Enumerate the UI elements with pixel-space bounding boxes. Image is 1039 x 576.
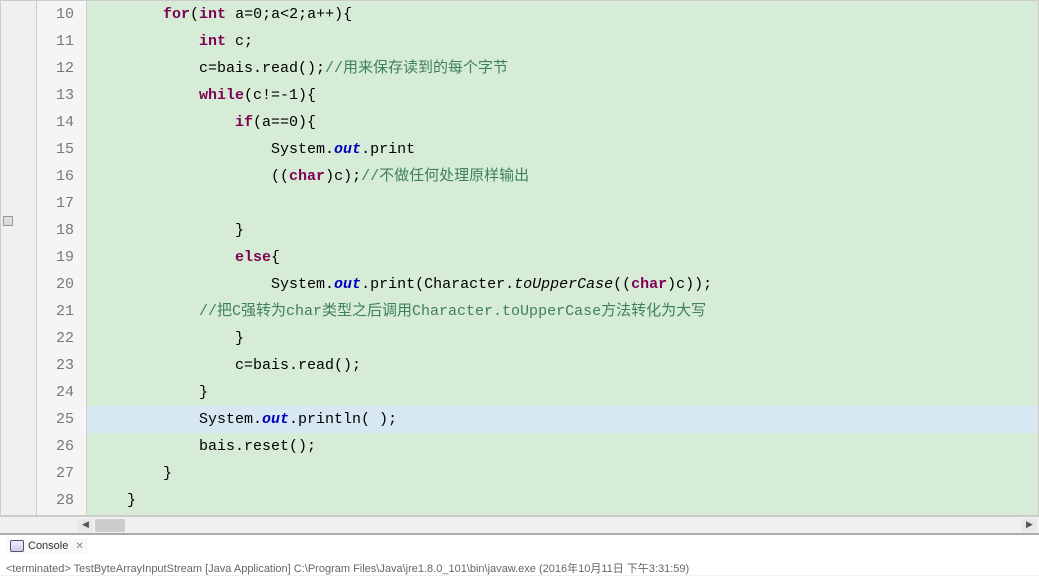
code-line[interactable]: c=bais.read();//用来保存读到的每个字节: [87, 55, 1038, 82]
code-line[interactable]: System.out.print(Character.toUpperCase((…: [87, 271, 1038, 298]
code-content[interactable]: for(int a=0;a<2;a++){ int c; c=bais.read…: [87, 1, 1038, 515]
scroll-right-arrow[interactable]: ▶: [1022, 519, 1037, 532]
code-line[interactable]: ((char)c);//不做任何处理原样输出: [87, 163, 1038, 190]
line-number: 21: [45, 298, 74, 325]
line-number: 19: [45, 244, 74, 271]
scroll-left-arrow[interactable]: ◀: [78, 519, 93, 532]
code-line[interactable]: System.out.print: [87, 136, 1038, 163]
editor-container: 10111213141516171819202122232425262728 f…: [0, 0, 1039, 575]
line-number: 26: [45, 433, 74, 460]
line-number: 28: [45, 487, 74, 514]
code-line[interactable]: }: [87, 325, 1038, 352]
line-number: 12: [45, 55, 74, 82]
line-number: 13: [45, 82, 74, 109]
code-line[interactable]: if(a==0){: [87, 109, 1038, 136]
console-icon: [10, 540, 24, 552]
code-area: 10111213141516171819202122232425262728 f…: [0, 0, 1039, 516]
line-number: 11: [45, 28, 74, 55]
code-line[interactable]: for(int a=0;a<2;a++){: [87, 1, 1038, 28]
line-number: 25: [45, 406, 74, 433]
terminated-status: <terminated> TestByteArrayInputStream [J…: [6, 560, 1033, 576]
code-line[interactable]: }: [87, 217, 1038, 244]
code-line[interactable]: [87, 190, 1038, 217]
code-line[interactable]: }: [87, 379, 1038, 406]
line-number: 27: [45, 460, 74, 487]
code-line[interactable]: }: [87, 460, 1038, 487]
code-line[interactable]: else{: [87, 244, 1038, 271]
code-line[interactable]: while(c!=-1){: [87, 82, 1038, 109]
scroll-thumb[interactable]: [95, 519, 125, 532]
code-line[interactable]: System.out.println( );: [87, 406, 1038, 433]
line-number: 16: [45, 163, 74, 190]
horizontal-scrollbar[interactable]: ◀ ▶: [0, 516, 1039, 533]
line-number-gutter: 10111213141516171819202122232425262728: [37, 1, 87, 515]
line-number: 22: [45, 325, 74, 352]
code-line[interactable]: c=bais.read();: [87, 352, 1038, 379]
console-panel: Console ✕ <terminated> TestByteArrayInpu…: [0, 533, 1039, 575]
line-number: 23: [45, 352, 74, 379]
line-number: 17: [45, 190, 74, 217]
code-line[interactable]: int c;: [87, 28, 1038, 55]
line-number: 24: [45, 379, 74, 406]
console-tab-label: Console: [28, 540, 68, 552]
left-margin: [1, 1, 37, 515]
line-number: 18: [45, 217, 74, 244]
console-tab[interactable]: Console ✕: [6, 538, 88, 554]
code-line[interactable]: bais.reset();: [87, 433, 1038, 460]
fold-handle[interactable]: [3, 216, 13, 226]
close-icon[interactable]: ✕: [75, 541, 83, 552]
line-number: 10: [45, 1, 74, 28]
line-number: 14: [45, 109, 74, 136]
line-number: 20: [45, 271, 74, 298]
line-number: 15: [45, 136, 74, 163]
code-line[interactable]: }: [87, 487, 1038, 514]
code-line[interactable]: //把C强转为char类型之后调用Character.toUpperCase方法…: [87, 298, 1038, 325]
